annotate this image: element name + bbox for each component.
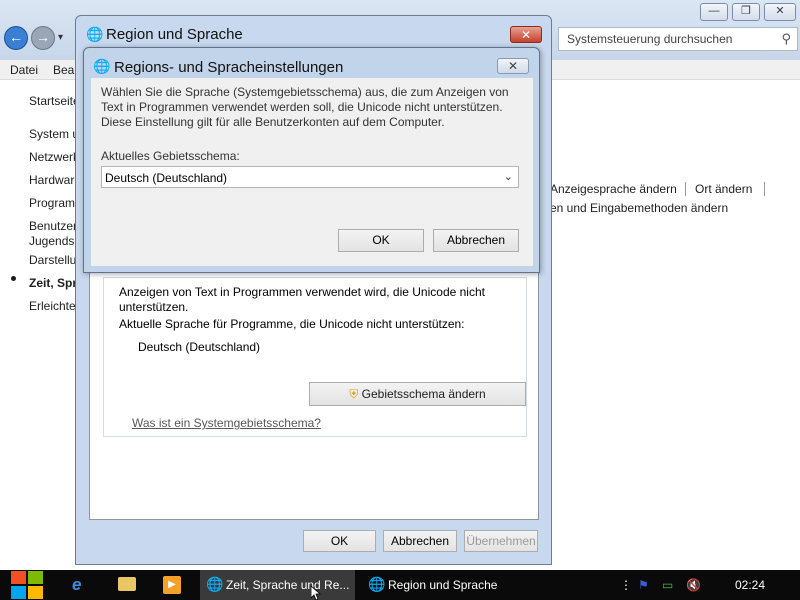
- flag-icon[interactable]: ⚑: [638, 578, 649, 592]
- show-hidden-icons-icon[interactable]: ⋮: [620, 578, 632, 592]
- info-text-line1: Anzeigen von Text in Programmen verwende…: [119, 285, 485, 299]
- cancel-button[interactable]: Abbrechen: [383, 530, 457, 552]
- link-separator: [764, 182, 765, 196]
- dialog-title: Region und Sprache: [106, 26, 243, 43]
- locale-label: Aktuelles Gebietsschema:: [101, 149, 240, 163]
- network-icon[interactable]: ▭: [662, 578, 673, 592]
- task-label: Zeit, Sprache und Re...: [226, 578, 350, 592]
- folder-icon[interactable]: [118, 577, 136, 591]
- sidebar-item-system[interactable]: System u: [29, 127, 79, 141]
- sidebar-item-programs[interactable]: Program: [29, 196, 75, 210]
- locale-dropdown[interactable]: Deutsch (Deutschland) ⌄: [101, 166, 519, 188]
- task-label: Region und Sprache: [388, 578, 498, 592]
- current-language-value: Deutsch (Deutschland): [138, 340, 261, 354]
- windows-logo-icon: [11, 571, 43, 599]
- mouse-cursor-icon: [311, 586, 321, 600]
- link-location[interactable]: Ort ändern: [695, 182, 752, 196]
- close-button[interactable]: ✕: [497, 58, 529, 74]
- link-display-language[interactable]: Anzeigesprache ändern: [550, 182, 677, 196]
- search-placeholder: Systemsteuerung durchsuchen: [567, 32, 733, 46]
- sidebar-item-accessibility[interactable]: Erleichte: [29, 299, 76, 313]
- locale-selected-value: Deutsch (Deutschland): [105, 171, 228, 185]
- locale-settings-dialog: 🌐 Regions- und Spracheinstellungen ✕ Wäh…: [83, 47, 540, 273]
- media-player-icon[interactable]: ▶: [163, 576, 181, 594]
- sidebar-item-clock-language[interactable]: Zeit, Spr: [29, 276, 77, 290]
- cancel-button[interactable]: Abbrechen: [433, 229, 519, 252]
- dialog-content: Wählen Sie die Sprache (Systemgebietssch…: [91, 78, 533, 266]
- sidebar-item-network[interactable]: Netzwerk: [29, 150, 79, 164]
- taskbar: e ▶ 🌐 Zeit, Sprache und Re... 🌐 Region u…: [0, 570, 800, 600]
- selected-bullet: [11, 276, 16, 281]
- close-button[interactable]: ✕: [510, 26, 542, 43]
- shield-icon: ⛨: [349, 387, 359, 401]
- help-link[interactable]: Was ist ein Systemgebietsschema?: [132, 416, 321, 430]
- description-line: Wählen Sie die Sprache (Systemgebietssch…: [101, 85, 509, 99]
- close-button[interactable]: ✕: [764, 3, 796, 21]
- globe-icon: 🌐: [206, 576, 224, 592]
- sidebar-item-parental[interactable]: Jugendsc: [29, 234, 80, 248]
- clock[interactable]: 02:24: [735, 578, 765, 592]
- change-locale-button[interactable]: ⛨ Gebietsschema ändern: [309, 382, 526, 406]
- menu-edit[interactable]: Bea: [53, 63, 74, 77]
- link-separator: [685, 182, 686, 196]
- description-text: Wählen Sie die Sprache (Systemgebietssch…: [101, 85, 521, 130]
- description-line: Diese Einstellung gilt für alle Benutzer…: [101, 115, 445, 129]
- minimize-button[interactable]: —: [700, 3, 728, 21]
- search-input[interactable]: Systemsteuerung durchsuchen ⚲: [558, 27, 798, 51]
- forward-arrow-icon[interactable]: →: [31, 26, 55, 50]
- menu-file[interactable]: Datei: [10, 63, 38, 77]
- sidebar-item-appearance[interactable]: Darstellu: [29, 253, 76, 267]
- change-locale-label: Gebietsschema ändern: [361, 387, 486, 401]
- internet-explorer-icon[interactable]: e: [72, 575, 92, 595]
- apply-button[interactable]: Übernehmen: [464, 530, 538, 552]
- taskbar-task-control-panel[interactable]: 🌐 Zeit, Sprache und Re...: [200, 570, 355, 600]
- globe-icon: 🌐: [368, 576, 386, 592]
- volume-muted-icon[interactable]: 🔇: [686, 578, 701, 592]
- search-icon[interactable]: ⚲: [781, 31, 791, 47]
- info-text-line2: unterstützen.: [119, 300, 189, 314]
- current-language-label: Aktuelle Sprache für Programme, die Unic…: [119, 317, 465, 331]
- back-arrow-icon[interactable]: ←: [4, 26, 28, 50]
- dialog-title: Regions- und Spracheinstellungen: [114, 59, 344, 76]
- globe-icon: 🌐: [93, 58, 111, 74]
- sidebar-item-users[interactable]: Benutzer: [29, 219, 77, 233]
- description-line: Text in Programmen verwendet werden soll…: [101, 100, 503, 114]
- chevron-down-icon: ⌄: [503, 171, 513, 183]
- sidebar-item-home[interactable]: Startseite: [29, 94, 80, 108]
- ok-button[interactable]: OK: [303, 530, 376, 552]
- globe-icon: 🌐: [86, 26, 104, 42]
- ok-button[interactable]: OK: [338, 229, 424, 252]
- maximize-button[interactable]: ❐: [732, 3, 760, 21]
- chevron-down-icon[interactable]: ▾: [58, 32, 63, 43]
- taskbar-task-region-dialog[interactable]: 🌐 Region und Sprache: [362, 570, 520, 600]
- link-input-methods[interactable]: en und Eingabemethoden ändern: [550, 201, 728, 215]
- start-button[interactable]: [10, 570, 44, 600]
- sidebar-item-hardware[interactable]: Hardwar: [29, 173, 74, 187]
